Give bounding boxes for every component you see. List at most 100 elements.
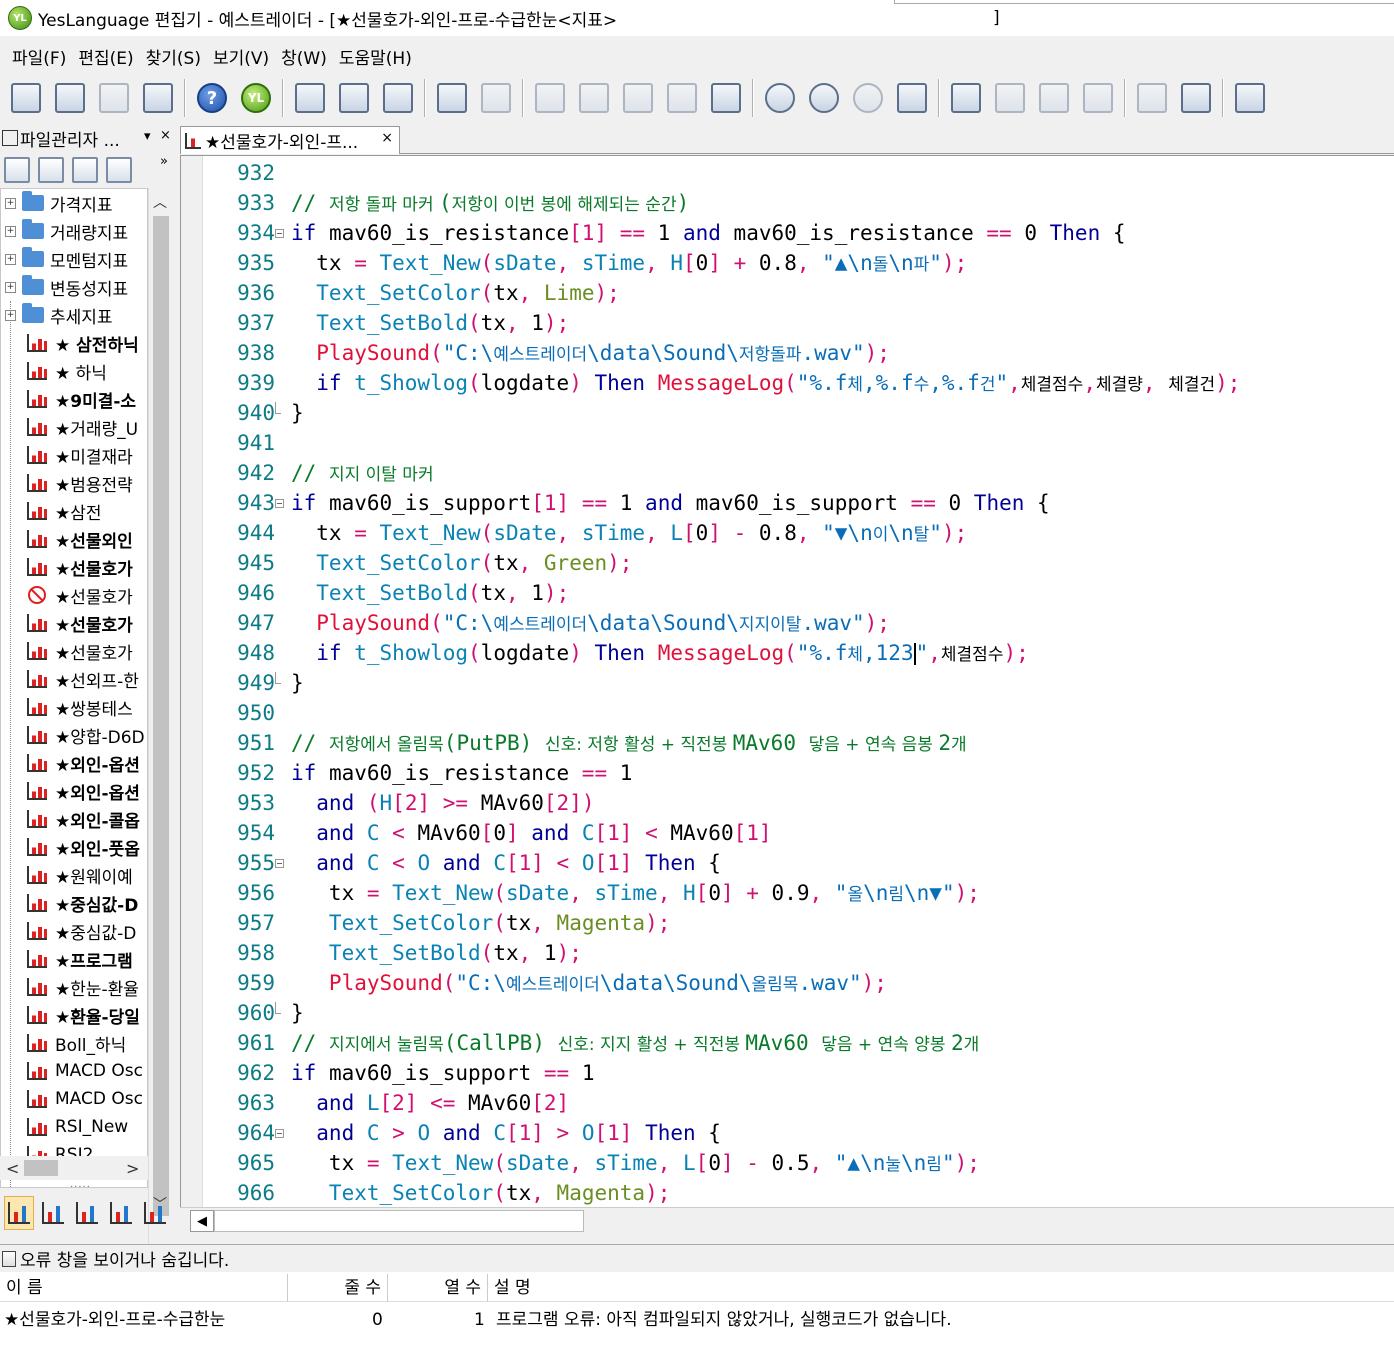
scroll-up-icon[interactable]: ︿ <box>153 192 167 212</box>
scroll-left-icon[interactable]: ◀ <box>190 1210 214 1232</box>
find-prev-button[interactable] <box>848 78 888 118</box>
code-line[interactable]: 952 if mav60_is_resistance == 1 <box>181 758 1394 788</box>
code-line[interactable]: 932 <box>181 158 1394 188</box>
tree-folder[interactable]: + 추세지표 <box>1 301 147 329</box>
cut-button[interactable] <box>530 78 570 118</box>
copy-script-icon[interactable] <box>72 157 98 183</box>
code-line[interactable]: 948 if t_Showlog(logdate) Then MessageLo… <box>181 638 1394 668</box>
code-line[interactable]: 935 tx = Text_New(sDate, sTime, H[0] + 0… <box>181 248 1394 278</box>
menu-file[interactable]: 파일(F) <box>6 44 72 69</box>
code-line[interactable]: 963 and L[2] <= MAv60[2] <box>181 1088 1394 1118</box>
import-script-icon[interactable] <box>106 157 132 183</box>
expand-plus-icon[interactable]: + <box>5 197 16 209</box>
strategy-tab-button[interactable] <box>38 1196 68 1230</box>
tree-file[interactable]: ★프로그램 <box>1 945 147 973</box>
menu-help[interactable]: 도움말(H) <box>333 44 418 69</box>
code-line[interactable]: 944 tx = Text_New(sDate, sTime, L[0] - 0… <box>181 518 1394 548</box>
comment-button[interactable] <box>1176 78 1216 118</box>
code-line[interactable]: 942 // 지지 이탈 마커 <box>181 458 1394 488</box>
tree-file[interactable]: ★환율-당일 <box>1 1001 147 1029</box>
indicator-tab-button[interactable] <box>4 1196 34 1230</box>
print-button[interactable] <box>138 78 178 118</box>
code-line[interactable]: 941 <box>181 428 1394 458</box>
tree-file[interactable]: ★범용전략 <box>1 469 147 497</box>
tree-file[interactable]: ★ 삼전하닉 <box>1 329 147 357</box>
tab-close-icon[interactable]: × <box>381 130 393 146</box>
tree-file[interactable]: ★한눈-환율 <box>1 973 147 1001</box>
tree-file[interactable]: ★미결재라 <box>1 441 147 469</box>
code-line[interactable]: 966 Text_SetColor(tx, Magenta); <box>181 1178 1394 1207</box>
code-area[interactable]: 932 933// 저항 돌파 마커 (저항이 이번 봉에 해제되는 순간) 934… <box>181 156 1394 1207</box>
apply-chart-button[interactable] <box>432 78 472 118</box>
column-description[interactable]: 설 명 <box>488 1274 1394 1302</box>
indent-button[interactable] <box>1132 78 1172 118</box>
tree-file[interactable]: ★양합-D6D <box>1 721 147 749</box>
code-line[interactable]: 958 Text_SetBold(tx, 1); <box>181 938 1394 968</box>
editor-horizontal-scrollbar[interactable]: ◀ <box>180 1207 1394 1233</box>
expand-plus-icon[interactable]: + <box>5 281 16 293</box>
tree-folder[interactable]: + 모멘텀지표 <box>1 245 147 273</box>
code-line[interactable]: 959 PlaySound("C:\예스트레이더\data\Sound\올림목.… <box>181 968 1394 998</box>
save-button[interactable] <box>94 78 134 118</box>
code-line[interactable]: 945 Text_SetColor(tx, Green); <box>181 548 1394 578</box>
delete-button[interactable] <box>662 78 702 118</box>
find-button[interactable] <box>760 78 800 118</box>
scroll-thumb[interactable] <box>24 1160 58 1176</box>
code-line[interactable]: 951 // 저항에서 올림목(PutPB) 신호: 저항 활성 + 직전봉 MA… <box>181 728 1394 758</box>
error-panel-header[interactable]: 오류 창을 보이거나 숨깁니다. <box>0 1244 1394 1272</box>
tree-file[interactable]: ★선물호가 <box>1 553 147 581</box>
tree-file[interactable]: ★선물호가 <box>1 637 147 665</box>
column-col[interactable]: 열 수 <box>388 1274 488 1302</box>
code-line[interactable]: 949} <box>181 668 1394 698</box>
replace-button[interactable] <box>892 78 932 118</box>
code-line[interactable]: 960} <box>181 998 1394 1028</box>
code-line[interactable]: 939 if t_Showlog(logdate) Then MessageLo… <box>181 368 1394 398</box>
code-line[interactable]: 964 and C > O and C[1] > O[1] Then { <box>181 1118 1394 1148</box>
editor-tab[interactable]: ★선물호가-외인-프... × <box>180 126 400 154</box>
code-line[interactable]: 934 if mav60_is_resistance[1] == 1 and ma… <box>181 218 1394 248</box>
tree-file[interactable]: ★삼전 <box>1 497 147 525</box>
search-tab-button[interactable] <box>140 1196 170 1230</box>
scroll-right-icon[interactable]: > <box>126 1159 139 1178</box>
file-tree[interactable]: + 가격지표 + 거래량지표 + 모멘텀지표 + 변동성지표 + 추세지표 ★ 삼전하닉 ★ 하닉 ★9… <box>0 188 148 1188</box>
fold-collapse-icon[interactable] <box>275 499 284 508</box>
code-line[interactable]: 950 <box>181 698 1394 728</box>
code-line[interactable]: 955 and C < O and C[1] < O[1] Then { <box>181 848 1394 878</box>
options-button[interactable] <box>1230 78 1270 118</box>
tree-file[interactable]: ★선물호가 <box>1 609 147 637</box>
find-next-button[interactable] <box>804 78 844 118</box>
signal-tab-button[interactable] <box>106 1196 136 1230</box>
menu-window[interactable]: 창(W) <box>275 44 333 69</box>
panel-more-icon[interactable]: » <box>160 154 168 169</box>
tree-file[interactable]: ★거래량_U <box>1 413 147 441</box>
code-line[interactable]: 965 tx = Text_New(sDate, sTime, L[0] - 0… <box>181 1148 1394 1178</box>
code-line[interactable]: 940} <box>181 398 1394 428</box>
code-line[interactable]: 933 // 저항 돌파 마커 (저항이 이번 봉에 해제되는 순간) <box>181 188 1394 218</box>
tree-file[interactable]: MACD Osc <box>1 1085 147 1113</box>
menu-find[interactable]: 찾기(S) <box>140 44 207 69</box>
code-line[interactable]: 962 if mav60_is_support == 1 <box>181 1058 1394 1088</box>
fold-collapse-icon[interactable] <box>275 1129 284 1138</box>
tree-file[interactable]: ★선외프-한 <box>1 665 147 693</box>
tree-file[interactable]: ★외인-옵션 <box>1 777 147 805</box>
yeslanguage-button[interactable]: YL <box>236 78 276 118</box>
bookmark-prev-button[interactable] <box>1034 78 1074 118</box>
tree-folder[interactable]: + 변동성지표 <box>1 273 147 301</box>
compile-button[interactable] <box>378 78 418 118</box>
expand-plus-icon[interactable]: + <box>5 309 16 321</box>
fold-collapse-icon[interactable] <box>275 859 284 868</box>
column-line[interactable]: 줄 수 <box>288 1274 388 1302</box>
function-tab-button[interactable] <box>72 1196 102 1230</box>
new-strategy-icon[interactable] <box>38 157 64 183</box>
code-line[interactable]: 938 PlaySound("C:\예스트레이더\data\Sound\저항돌파… <box>181 338 1394 368</box>
tree-vertical-scrollbar[interactable]: ︿ ﹀ <box>148 188 172 1278</box>
code-editor[interactable]: 932 933// 저항 돌파 마커 (저항이 이번 봉에 해제되는 순간) 934… <box>180 155 1394 1207</box>
open-file-button[interactable] <box>50 78 90 118</box>
select-all-button[interactable] <box>706 78 746 118</box>
code-line[interactable]: 957 Text_SetColor(tx, Magenta); <box>181 908 1394 938</box>
code-line[interactable]: 953 and (H[2] >= MAv60[2]) <box>181 788 1394 818</box>
scroll-left-icon[interactable]: < <box>6 1159 19 1178</box>
tree-file[interactable]: ★ 하닉 <box>1 357 147 385</box>
tree-file[interactable]: ★중심값-D <box>1 889 147 917</box>
tree-file[interactable]: MACD Osc <box>1 1057 147 1085</box>
